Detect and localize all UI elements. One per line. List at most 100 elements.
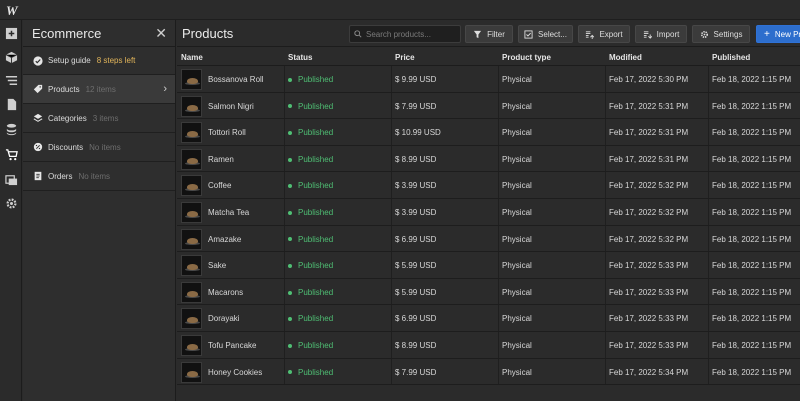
navigator-icon[interactable] (3, 72, 19, 88)
product-thumbnail (181, 201, 202, 223)
status-dot-icon (288, 157, 292, 162)
column-header-price[interactable]: Price (395, 53, 415, 62)
column-divider (498, 305, 499, 331)
column-divider (498, 119, 499, 145)
pages-icon[interactable] (3, 96, 19, 112)
product-type: Physical (502, 340, 532, 350)
product-thumbnail (181, 228, 202, 250)
panel-item-categories[interactable]: Categories 3 items (23, 104, 175, 133)
search-box[interactable] (349, 25, 461, 43)
status-text: Published (298, 261, 334, 271)
column-divider (605, 66, 606, 92)
column-header-status[interactable]: Status (288, 53, 312, 62)
column-header-product-type[interactable]: Product type (502, 53, 551, 62)
table-row[interactable]: Coffee Published $ 3.99 USD Physical Feb… (177, 172, 800, 199)
export-button[interactable]: Export (578, 25, 630, 43)
column-divider (284, 305, 285, 331)
status-text: Published (298, 367, 334, 377)
column-divider (498, 172, 499, 198)
status-badge: Published (288, 235, 333, 244)
panel-item-products[interactable]: Products 12 items › (23, 75, 175, 104)
table-row[interactable]: Matcha Tea Published $ 3.99 USD Physical… (177, 198, 800, 226)
panel-item-count: No items (78, 171, 111, 181)
panel-item-setup-guide[interactable]: Setup guide 8 steps left (23, 47, 175, 75)
product-name: Matcha Tea (208, 207, 250, 217)
search-input[interactable] (366, 29, 456, 39)
table-row[interactable]: Macarons Published $ 5.99 USD Physical F… (177, 278, 800, 306)
column-divider (708, 198, 709, 225)
cms-icon[interactable] (3, 121, 19, 137)
product-thumbnail (181, 255, 202, 277)
published-date: Feb 18, 2022 1:15 PM (712, 367, 792, 377)
column-header-modified[interactable]: Modified (609, 53, 642, 62)
discount-icon (32, 142, 43, 153)
status-badge: Published (288, 261, 333, 270)
product-thumbnail (181, 281, 202, 303)
panel-item-count: No items (89, 142, 121, 152)
status-dot-icon (288, 264, 292, 269)
new-product-button[interactable]: + New Pr (756, 25, 800, 43)
add-icon[interactable] (3, 25, 19, 41)
column-divider (708, 92, 709, 119)
table-row[interactable]: Amazake Published $ 6.99 USD Physical Fe… (177, 225, 800, 253)
table-row[interactable]: Tottori Roll Published $ 10.99 USD Physi… (177, 119, 800, 146)
components-icon[interactable] (3, 49, 19, 65)
status-dot-icon (288, 210, 292, 215)
close-icon[interactable]: ✕ (155, 25, 167, 42)
product-price: $ 8.99 USD (395, 340, 437, 350)
table-row[interactable]: Salmon Nigri Published $ 7.99 USD Physic… (177, 92, 800, 120)
product-thumbnail (181, 175, 202, 197)
assets-icon[interactable] (3, 171, 19, 187)
product-thumbnail (181, 148, 202, 170)
column-divider (284, 172, 285, 198)
product-price: $ 8.99 USD (395, 154, 437, 164)
panel-item-orders[interactable]: Orders No items (23, 162, 175, 191)
column-header-published[interactable]: Published (712, 53, 750, 62)
ecommerce-icon[interactable] (3, 146, 19, 162)
import-button[interactable]: Import (635, 25, 687, 43)
column-divider (498, 331, 499, 358)
column-divider (498, 92, 499, 119)
filter-button[interactable]: Filter (465, 25, 513, 43)
table-row[interactable]: Sake Published $ 5.99 USD Physical Feb 1… (177, 252, 800, 279)
settings-button[interactable]: Settings (692, 25, 750, 43)
product-price: $ 3.99 USD (395, 181, 437, 191)
product-name: Coffee (208, 181, 232, 191)
column-divider (391, 145, 392, 172)
product-thumbnail (181, 122, 202, 144)
published-date: Feb 18, 2022 1:15 PM (712, 287, 792, 297)
column-divider (708, 331, 709, 358)
column-divider (605, 119, 606, 145)
product-type: Physical (502, 287, 532, 297)
product-price: $ 7.99 USD (395, 101, 437, 111)
export-icon (586, 30, 595, 39)
settings-icon[interactable] (3, 195, 19, 211)
table-row[interactable]: Honey Cookies Published $ 7.99 USD Physi… (177, 358, 800, 386)
status-text: Published (298, 101, 334, 111)
table-row[interactable]: Dorayaki Published $ 6.99 USD Physical F… (177, 305, 800, 332)
column-divider (708, 358, 709, 385)
column-divider (605, 145, 606, 172)
ecommerce-panel: Ecommerce ✕ Setup guide 8 steps left Pro… (23, 20, 176, 401)
column-divider (498, 66, 499, 92)
status-text: Published (298, 234, 334, 244)
table-row[interactable]: Tofu Pancake Published $ 8.99 USD Physic… (177, 331, 800, 359)
page-title: Products (182, 25, 234, 41)
panel-item-discounts[interactable]: Discounts No items (23, 133, 175, 162)
export-button-label: Export (599, 29, 623, 39)
product-price: $ 5.99 USD (395, 261, 437, 271)
table-row[interactable]: Bossanova Roll Published $ 9.99 USD Phys… (177, 66, 800, 93)
product-thumbnail (181, 95, 202, 117)
status-badge: Published (288, 314, 333, 323)
modified-date: Feb 17, 2022 5:31 PM (609, 154, 689, 164)
table-row[interactable]: Ramen Published $ 8.99 USD Physical Feb … (177, 145, 800, 173)
select-button[interactable]: Select... (518, 25, 573, 43)
product-name: Ramen (208, 154, 234, 164)
column-divider (498, 252, 499, 278)
column-header-name[interactable]: Name (181, 53, 203, 62)
status-dot-icon (288, 237, 292, 242)
column-divider (284, 225, 285, 252)
orders-icon (32, 171, 43, 182)
webflow-logo[interactable]: W (6, 3, 18, 19)
column-divider (284, 66, 285, 92)
